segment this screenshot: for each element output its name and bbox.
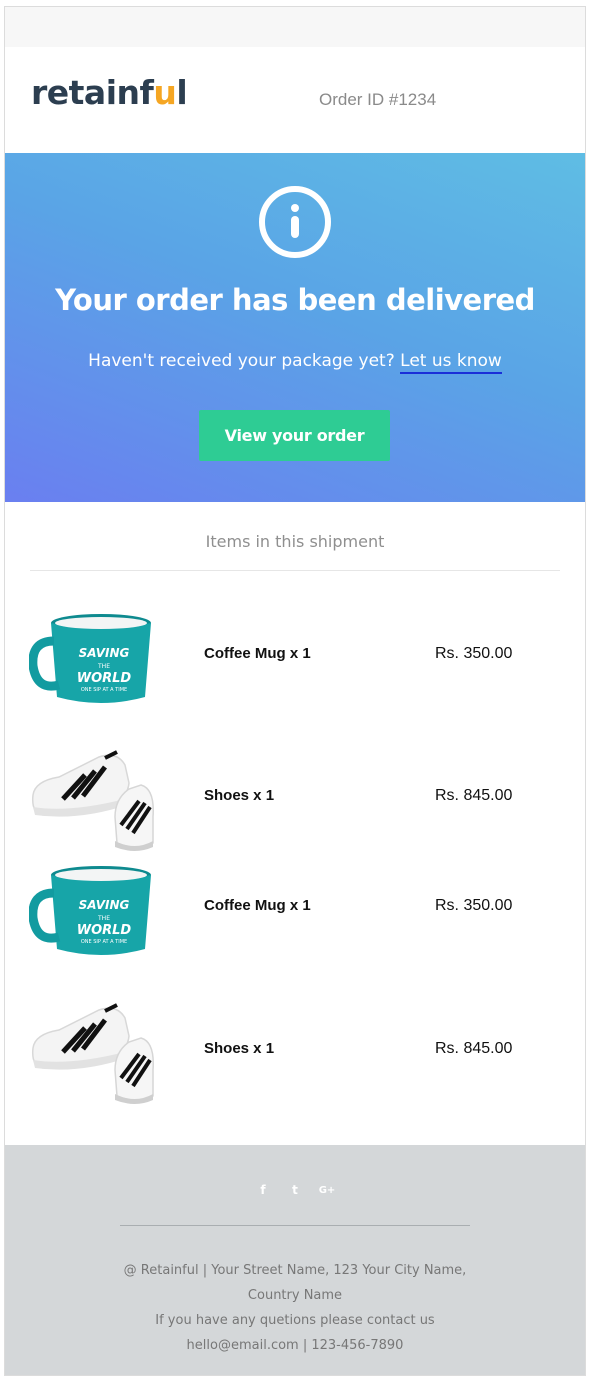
order-id: Order ID #1234	[319, 90, 437, 109]
footer-contact-line[interactable]: hello@email.com | 123-456-7890	[5, 1333, 585, 1358]
list-item: SAVING THE WORLD ONE SIP AT A TIME Coffe…	[5, 853, 585, 973]
list-item: SAVING THE WORLD ONE SIP AT A TIME Coffe…	[5, 601, 585, 721]
google-plus-icon[interactable]: G+	[318, 1181, 336, 1199]
svg-text:WORLD: WORLD	[77, 923, 132, 938]
item-name: Coffee Mug x 1	[204, 645, 311, 662]
social-links: f t G+	[5, 1181, 585, 1199]
hero-subtitle-text: Haven't received your package yet?	[88, 351, 395, 371]
twitter-icon[interactable]: t	[286, 1181, 304, 1199]
top-strip	[5, 7, 585, 47]
svg-text:THE: THE	[97, 915, 110, 922]
item-price: Rs. 845.00	[435, 787, 513, 804]
items-list: SAVING THE WORLD ONE SIP AT A TIME Coffe…	[5, 571, 585, 1146]
footer-address-line: @ Retainful | Your Street Name, 123 Your…	[123, 1263, 467, 1278]
email-footer: f t G+ @ Retainful | Your Street Name, 1…	[5, 1145, 585, 1375]
item-name: Shoes x 1	[204, 1040, 275, 1057]
coffee-mug-image: SAVING THE WORLD ONE SIP AT A TIME	[29, 614, 151, 703]
item-price: Rs. 350.00	[435, 645, 513, 662]
email-header: retainful Order ID #1234	[5, 47, 585, 153]
logo-text-part: l	[176, 73, 188, 112]
hero-subtitle: Haven't received your package yet? Let u…	[5, 351, 585, 374]
item-name: Coffee Mug x 1	[204, 897, 311, 914]
email-frame: retainful Order ID #1234 Your order has …	[4, 6, 586, 1376]
coffee-mug-image: SAVING THE WORLD ONE SIP AT A TIME	[29, 866, 151, 955]
svg-text:ONE SIP AT A TIME: ONE SIP AT A TIME	[81, 939, 127, 945]
view-order-button[interactable]: View your order	[199, 410, 390, 461]
shipment-title: Items in this shipment	[205, 532, 385, 551]
hero-banner: Your order has been delivered Haven't re…	[5, 153, 585, 502]
item-name: Shoes x 1	[204, 787, 275, 804]
facebook-icon[interactable]: f	[254, 1181, 272, 1199]
list-item: Shoes x 1 Rs. 845.00	[5, 743, 585, 863]
list-item: Shoes x 1 Rs. 845.00	[5, 996, 585, 1116]
footer-contact-line: If you have any quetions please contact …	[155, 1313, 435, 1328]
hero-title: Your order has been delivered	[55, 283, 535, 317]
footer-address-line: Country Name	[247, 1288, 343, 1303]
let-us-know-link[interactable]: Let us know	[400, 351, 502, 374]
svg-text:SAVING: SAVING	[79, 898, 130, 912]
item-price: Rs. 845.00	[435, 1040, 513, 1057]
shoes-image	[31, 750, 154, 851]
footer-divider	[120, 1225, 470, 1226]
svg-text:WORLD: WORLD	[77, 671, 132, 686]
footer-text: @ Retainful | Your Street Name, 123 Your…	[5, 1258, 585, 1358]
logo-text-accent: u	[153, 73, 177, 112]
shoes-image	[31, 1003, 154, 1104]
svg-text:SAVING: SAVING	[79, 646, 130, 660]
retainful-logo[interactable]: retainful	[31, 73, 188, 112]
svg-text:THE: THE	[97, 663, 110, 670]
svg-text:ONE SIP AT A TIME: ONE SIP AT A TIME	[81, 687, 127, 693]
logo-text-part: retainf	[31, 73, 154, 112]
item-price: Rs. 350.00	[435, 897, 513, 914]
info-icon	[259, 186, 331, 258]
